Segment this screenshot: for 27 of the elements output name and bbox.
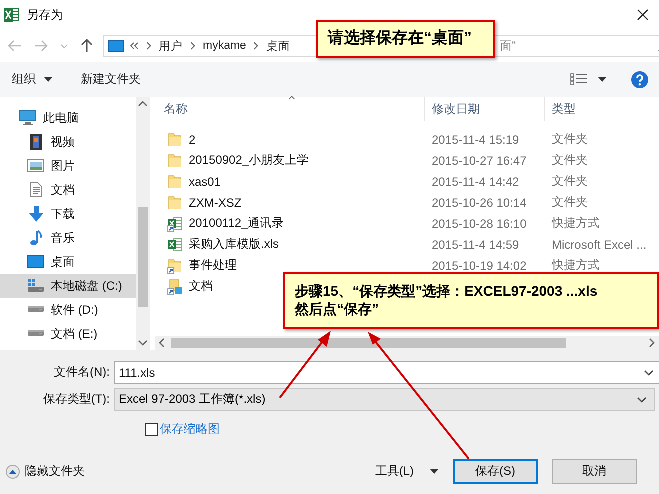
file-name: ZXM-XSZ: [189, 196, 242, 210]
modified-date: 2015-10-26 10:14: [432, 196, 527, 210]
annotation-tooltip: 请选择保存在“桌面”: [316, 20, 495, 58]
file-type: 文件夹: [552, 153, 588, 167]
file-name: 2: [189, 132, 196, 146]
file-name: 事件处理: [189, 257, 237, 274]
field-label: 文件名(N):: [53, 364, 111, 381]
file-name: 20150902_小朋友上学: [189, 152, 310, 169]
file-name: 采购入库模版.xls: [189, 236, 279, 253]
file-name: 20100112_通讯录: [189, 215, 284, 232]
file-type: 文件夹: [552, 174, 588, 188]
file-type: Microsoft Excel ...: [552, 238, 647, 252]
annotation-tooltip: 步骤15、“保存类型”选择：EXCEL97-2003 ...xls 然后点“保存”: [283, 272, 659, 329]
modified-date: 2015-10-19 14:02: [432, 258, 527, 272]
modified-date: 2015-11-4 14:59: [432, 238, 520, 252]
window-title: 另存为: [27, 6, 64, 24]
field-label: 保存类型(T):: [42, 391, 111, 408]
file-type: 文件夹: [552, 195, 588, 209]
modified-date: 2015-11-4 14:42: [432, 174, 520, 188]
file-type: 文件夹: [552, 132, 588, 146]
file-type: 快捷方式: [552, 216, 600, 230]
modified-date: 2015-10-27 16:47: [432, 154, 527, 168]
file-name: 文档: [189, 278, 213, 295]
modified-date: 2015-11-4 15:19: [432, 132, 520, 146]
file-type: 快捷方式: [552, 258, 600, 272]
modified-date: 2015-10-28 16:10: [432, 216, 527, 230]
file-name: xas01: [189, 174, 222, 188]
